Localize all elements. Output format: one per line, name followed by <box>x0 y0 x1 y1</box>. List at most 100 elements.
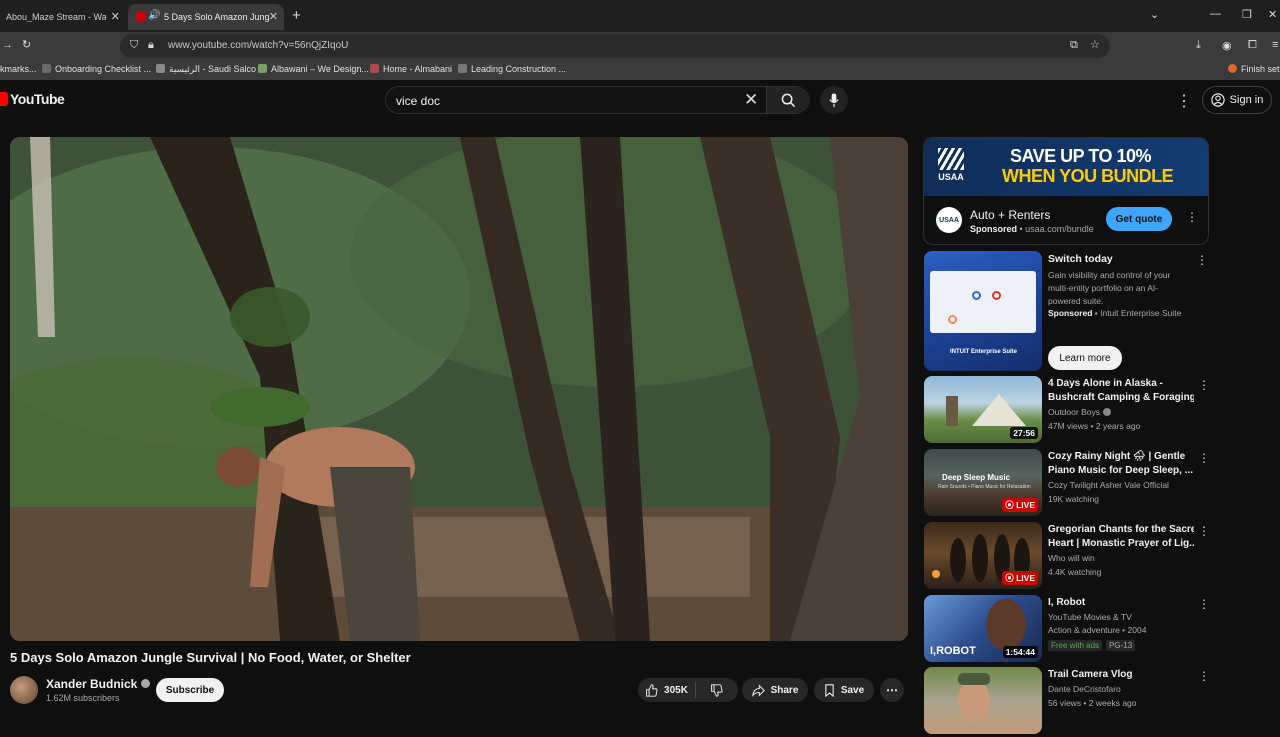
subscriber-count: 1.62M subscribers <box>46 693 120 703</box>
bookmark-item[interactable]: Home - Almabani <box>370 64 452 74</box>
bookmark-label: الرئيسية - Saudi Salco <box>169 64 257 74</box>
video-title[interactable]: Cozy Rainy Night 🌧 | Gentle <box>1048 450 1194 464</box>
more-kebab-icon[interactable]: ⋮ <box>1198 669 1210 683</box>
video-title-line2[interactable]: Heart | Monastic Prayer of Lig... <box>1048 537 1194 551</box>
forward-arrow-icon[interactable]: → <box>2 39 13 51</box>
more-kebab-icon[interactable]: ⋮ <box>1198 378 1210 392</box>
dislike-button[interactable] <box>696 683 736 697</box>
video-title[interactable]: I, Robot <box>1048 596 1194 610</box>
sponsored-ad-card[interactable]: USAA SAVE UP TO 10% WHEN YOU BUNDLE USAA… <box>923 137 1209 245</box>
bookmark-item[interactable]: kmarks... <box>0 64 37 74</box>
bookmark-item[interactable]: Leading Construction ... <box>458 64 566 74</box>
channel-name[interactable]: Outdoor Boys <box>1048 407 1111 417</box>
channel-name[interactable]: YouTube Movies & TV <box>1048 612 1132 622</box>
tab-list-chevron-down-icon[interactable]: ⌄ <box>1150 8 1159 21</box>
like-button[interactable]: 305K <box>638 682 696 698</box>
settings-kebab-icon[interactable]: ⋮ <box>1176 91 1192 111</box>
video-thumbnail[interactable]: ⦿ LIVE <box>924 522 1042 589</box>
recommendation-item[interactable]: Trail Camera Vlog Dante DeCristofaro 56 … <box>924 667 1214 737</box>
reload-icon[interactable]: ↻ <box>22 38 31 51</box>
microphone-icon <box>829 92 839 107</box>
channel-avatar[interactable] <box>10 676 38 704</box>
video-stats: 4.4K watching <box>1048 567 1102 577</box>
bookmark-favicon-icon <box>258 64 267 73</box>
bookmark-item[interactable]: Finish setu <box>1228 64 1280 74</box>
bookmark-icon <box>825 683 834 697</box>
video-title-line2[interactable]: Piano Music for Deep Sleep, ... <box>1048 464 1194 478</box>
browser-tab-2[interactable]: 🔊 5 Days Solo Amazon Jungle ✕ <box>128 4 284 30</box>
video-player[interactable] <box>10 137 908 641</box>
more-actions-button[interactable]: ⋯ <box>880 678 904 702</box>
new-tab-button[interactable]: + <box>292 7 301 24</box>
recommendation-item[interactable]: 27:56 4 Days Alone in Alaska - Bushcraft… <box>924 376 1214 446</box>
free-with-ads-badge: Free with ads <box>1048 640 1103 651</box>
bookmark-item[interactable]: Onboarding Checklist ... <box>42 64 151 74</box>
bookmark-star-icon[interactable]: ☆ <box>1090 38 1100 51</box>
window-close-icon[interactable]: ✕ <box>1268 8 1277 21</box>
like-count: 305K <box>664 684 688 696</box>
lock-icon[interactable]: 🔒︎ <box>148 39 154 52</box>
video-title[interactable]: Gregorian Chants for the Sacred <box>1048 523 1194 537</box>
advertiser-avatar[interactable]: USAA <box>936 207 962 233</box>
recommendation-item[interactable]: ⦿ LIVE Gregorian Chants for the Sacred H… <box>924 522 1214 592</box>
video-title-line2[interactable]: Bushcraft Camping & Foraging... <box>1048 391 1194 405</box>
save-button[interactable]: Save <box>814 678 874 702</box>
search-box[interactable]: vice doc ✕ <box>385 86 810 114</box>
tracking-shield-icon[interactable]: ⛉ <box>130 39 138 52</box>
ad2-thumbnail[interactable]: INTUIT Enterprise Suite <box>924 251 1042 371</box>
url-bar[interactable]: ⛉ 🔒︎ www.youtube.com/watch?v=56nQjZIqoU … <box>120 34 1110 58</box>
youtube-logo[interactable]: YouTube <box>0 91 65 107</box>
recommendation-item[interactable]: Deep Sleep Music Rain Sounds • Piano Mus… <box>924 449 1214 519</box>
video-thumbnail[interactable] <box>924 667 1042 734</box>
extensions-icon[interactable]: ⧠ <box>1248 39 1257 52</box>
open-in-app-icon[interactable]: ⧉ <box>1070 39 1078 52</box>
channel-name[interactable]: Cozy Twilight Asher Vale Official <box>1048 480 1169 490</box>
account-icon[interactable]: ◉ <box>1222 39 1232 52</box>
minimize-icon[interactable]: — <box>1210 8 1221 20</box>
thumbnail-text: Deep Sleep Music <box>942 473 1011 482</box>
chart-ring-icon <box>992 291 1001 300</box>
channel-name[interactable]: Who will win <box>1048 553 1095 563</box>
search-button[interactable] <box>766 87 810 113</box>
more-kebab-icon[interactable]: ⋮ <box>1198 451 1210 465</box>
close-icon[interactable]: ✕ <box>111 10 120 23</box>
more-kebab-icon[interactable]: ⋮ <box>1198 524 1210 538</box>
clear-search-icon[interactable]: ✕ <box>744 90 758 110</box>
sign-in-button[interactable]: Sign in <box>1202 86 1272 114</box>
video-thumbnail[interactable]: Deep Sleep Music Rain Sounds • Piano Mus… <box>924 449 1042 516</box>
verified-icon <box>141 679 151 688</box>
ad2-title[interactable]: Switch today <box>1048 253 1113 265</box>
bookmark-item[interactable]: الرئيسية - Saudi Salco <box>156 64 256 75</box>
ad-kebab-icon[interactable]: ⋮ <box>1186 210 1198 224</box>
download-icon[interactable]: ⤓ <box>1196 39 1201 52</box>
channel-name[interactable]: Xander Budnick <box>46 677 151 691</box>
get-quote-button[interactable]: Get quote <box>1106 207 1172 231</box>
bookmark-favicon-icon <box>156 64 165 73</box>
restore-icon[interactable]: ❐ <box>1242 8 1252 21</box>
ad-headline-2: WHEN YOU BUNDLE <box>1002 166 1174 186</box>
more-horizontal-icon: ⋯ <box>886 683 898 697</box>
ad-title[interactable]: Auto + Renters <box>970 208 1050 222</box>
video-title[interactable]: 4 Days Alone in Alaska - <box>1048 377 1194 391</box>
learn-more-button[interactable]: Learn more <box>1048 346 1122 370</box>
like-dislike-group: 305K <box>638 678 738 702</box>
bookmark-item[interactable]: Albawani – We Design... <box>258 64 369 74</box>
video-title[interactable]: Trail Camera Vlog <box>1048 668 1194 682</box>
more-kebab-icon[interactable]: ⋮ <box>1198 597 1210 611</box>
search-input[interactable]: vice doc <box>396 94 440 108</box>
address-toolbar: → ↻ ⛉ 🔒︎ www.youtube.com/watch?v=56nQjZI… <box>0 32 1280 60</box>
ad-banner[interactable]: USAA SAVE UP TO 10% WHEN YOU BUNDLE <box>924 138 1208 196</box>
browser-tab-1[interactable]: Abou_Maze Stream - Watch ✕ <box>0 4 126 30</box>
menu-icon[interactable]: ≡ <box>1272 39 1278 51</box>
close-icon[interactable]: ✕ <box>269 10 278 23</box>
channel-name[interactable]: Dante DeCristofaro <box>1048 684 1121 694</box>
subscribe-button[interactable]: Subscribe <box>156 678 224 702</box>
recommendation-item[interactable]: I,ROBOT 1:54:44 I, Robot YouTube Movies … <box>924 595 1214 665</box>
video-thumbnail[interactable]: 27:56 <box>924 376 1042 443</box>
share-button[interactable]: Share <box>742 678 808 702</box>
video-thumbnail[interactable]: I,ROBOT 1:54:44 <box>924 595 1042 662</box>
voice-search-button[interactable] <box>820 86 848 114</box>
speaker-icon[interactable]: 🔊 <box>148 10 160 21</box>
ad2-kebab-icon[interactable]: ⋮ <box>1196 253 1208 267</box>
url-text[interactable]: www.youtube.com/watch?v=56nQjZIqoU <box>168 40 348 51</box>
